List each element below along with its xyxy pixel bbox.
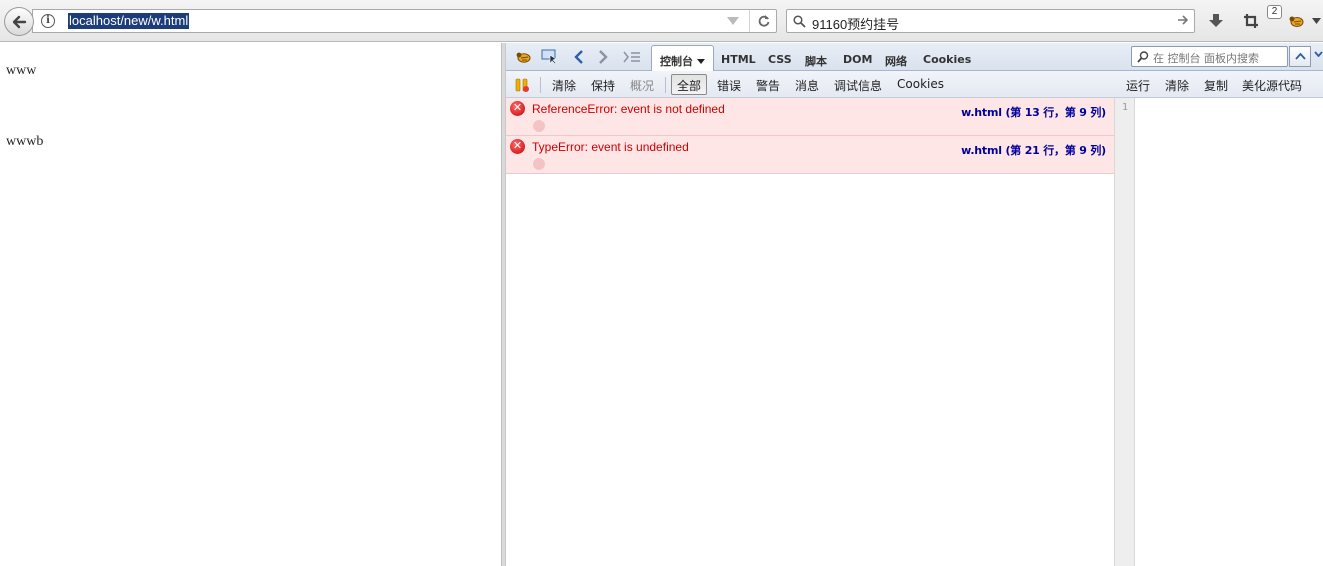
reload-button[interactable] <box>749 10 777 32</box>
filter-debug[interactable]: 调试信息 <box>834 77 882 94</box>
pretty-print-button[interactable]: 美化源代码 <box>1242 77 1302 94</box>
clear-command-button[interactable]: 清除 <box>1165 77 1189 94</box>
firebug-tab-bar: 控制台 HTML CSS 脚本 DOM 网络 Cookies 在 控制台 面板内… <box>506 43 1323 72</box>
tab-net[interactable]: 网络 <box>885 53 907 69</box>
download-arrow-icon <box>1209 14 1223 27</box>
menu-overflow-button[interactable] <box>1310 11 1323 31</box>
firebug-icon <box>1289 16 1304 27</box>
page-text-line: wwwb <box>6 134 44 149</box>
toolbar-separator <box>665 77 666 93</box>
navigation-toolbar: i localhost/new/w.html 91160预约挂号 2 <box>0 0 1323 42</box>
error-source-link[interactable]: w.html (第 13 行，第 9 列) <box>961 104 1106 120</box>
crop-icon <box>1244 14 1258 28</box>
search-go-icon[interactable] <box>1176 13 1190 27</box>
tab-script[interactable]: 脚本 <box>805 53 827 69</box>
page-content: www wwwb <box>0 43 501 566</box>
chevron-left-icon <box>574 50 583 64</box>
break-on-errors-button[interactable] <box>514 77 530 93</box>
firebug-icon <box>516 52 531 63</box>
chevron-right-icon <box>599 50 608 64</box>
command-editor-toggle[interactable] <box>622 48 642 66</box>
search-icon <box>793 15 806 28</box>
firebug-toolbar-button[interactable] <box>1286 11 1306 31</box>
tab-dropdown-icon <box>697 59 705 64</box>
crop-tool-button[interactable] <box>1241 11 1261 31</box>
downloads-button[interactable] <box>1206 11 1226 31</box>
line-number: 1 <box>1121 102 1128 113</box>
tab-console[interactable]: 控制台 <box>651 45 714 72</box>
inspect-icon <box>541 49 557 65</box>
back-button[interactable] <box>4 7 34 36</box>
pause-icon <box>515 78 529 92</box>
chevron-up-icon <box>1294 53 1306 60</box>
page-text-line: www <box>6 63 37 78</box>
run-button[interactable]: 运行 <box>1126 77 1150 94</box>
filter-warnings[interactable]: 警告 <box>756 77 780 94</box>
tab-html[interactable]: HTML <box>721 53 756 66</box>
history-back-button[interactable] <box>572 48 586 66</box>
tab-console-label: 控制台 <box>660 55 693 68</box>
collapse-panel-button[interactable] <box>1289 46 1311 67</box>
firebug-menu-button[interactable] <box>514 48 532 66</box>
reload-icon <box>758 15 769 27</box>
back-arrow-icon <box>12 15 27 28</box>
filter-errors[interactable]: 错误 <box>717 77 741 94</box>
search-input[interactable]: 91160预约挂号 <box>812 14 899 33</box>
history-forward-button[interactable] <box>596 48 610 66</box>
command-line-gutter: 1 <box>1114 98 1135 566</box>
panel-search-box[interactable]: 在 控制台 面板内搜索 <box>1131 46 1288 67</box>
console-error-row[interactable]: ✕ TypeError: event is undefined w.html (… <box>506 136 1114 174</box>
firebug-panel: 控制台 HTML CSS 脚本 DOM 网络 Cookies 在 控制台 面板内… <box>506 43 1323 566</box>
tab-cookies[interactable]: Cookies <box>923 53 971 66</box>
error-icon: ✕ <box>510 139 525 154</box>
site-info-icon[interactable]: i <box>41 14 55 28</box>
chevron-down-icon[interactable] <box>1314 51 1323 57</box>
panel-search-placeholder: 在 控制台 面板内搜索 <box>1153 52 1259 65</box>
clear-button[interactable]: 清除 <box>552 77 576 94</box>
profile-button[interactable]: 概况 <box>630 77 654 94</box>
command-editor[interactable] <box>1135 98 1323 566</box>
search-bar[interactable]: 91160预约挂号 <box>786 9 1195 33</box>
error-message[interactable]: ReferenceError: event is not defined <box>532 102 725 116</box>
url-history-dropdown-icon[interactable] <box>727 17 739 25</box>
copy-button[interactable]: 复制 <box>1204 77 1228 94</box>
console-error-row[interactable]: ✕ ReferenceError: event is not defined w… <box>506 98 1114 136</box>
chevron-down-icon <box>1312 18 1321 24</box>
filter-cookies[interactable]: Cookies <box>897 77 944 91</box>
toolbar-separator <box>540 77 541 93</box>
persist-button[interactable]: 保持 <box>591 77 615 94</box>
tab-css[interactable]: CSS <box>768 53 792 66</box>
url-text[interactable]: localhost/new/w.html <box>68 13 190 29</box>
error-message[interactable]: TypeError: event is undefined <box>532 140 689 154</box>
tab-dom[interactable]: DOM <box>843 53 872 66</box>
error-source-link[interactable]: w.html (第 21 行，第 9 列) <box>961 142 1106 158</box>
inspect-element-button[interactable] <box>540 48 560 66</box>
console-log: ✕ ReferenceError: event is not defined w… <box>506 98 1114 566</box>
filter-all[interactable]: 全部 <box>671 74 708 95</box>
filter-info[interactable]: 消息 <box>795 77 819 94</box>
multiline-icon <box>623 51 640 63</box>
console-toolbar: 清除 保持 概况 全部 错误 警告 消息 调试信息 Cookies 运行 清除 … <box>506 71 1323 98</box>
search-icon <box>1137 51 1149 63</box>
address-bar[interactable]: i localhost/new/w.html <box>32 9 777 33</box>
notification-badge[interactable]: 2 <box>1267 5 1282 19</box>
stack-expand-icon[interactable] <box>533 158 545 170</box>
stack-expand-icon[interactable] <box>533 120 545 132</box>
error-icon: ✕ <box>510 101 525 116</box>
